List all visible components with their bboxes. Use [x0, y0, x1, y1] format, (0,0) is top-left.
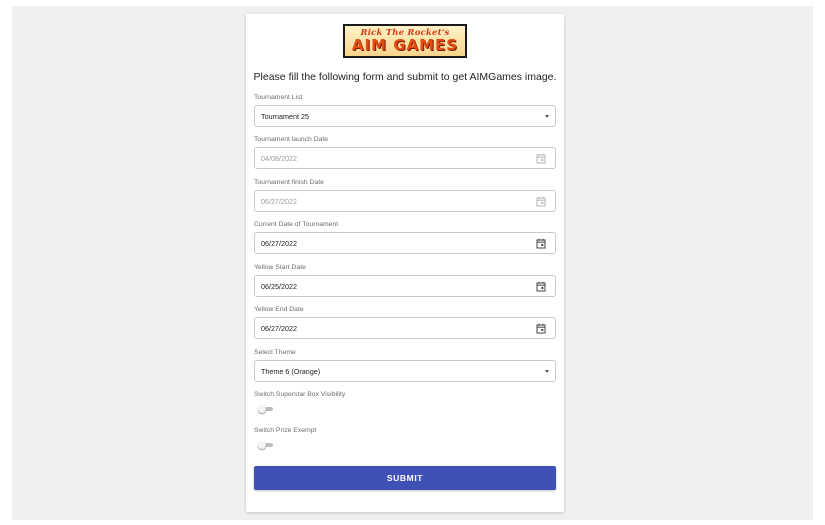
- form-card: Rick The Rocket's AIM GAMES Please fill …: [246, 14, 564, 512]
- yellow-start-date-value: 06/25/2022: [261, 282, 297, 291]
- prize-exempt-switch-label: Switch Prize Exempt: [254, 427, 317, 434]
- superstar-box-visibility-toggle[interactable]: [258, 405, 274, 413]
- yellow-end-date-field[interactable]: 06/27/2022: [254, 317, 556, 339]
- finish-date-value: 06/27/2022: [261, 197, 297, 206]
- dropdown-arrow-icon: [545, 115, 549, 118]
- calendar-icon[interactable]: [536, 281, 546, 292]
- current-date-value: 06/27/2022: [261, 239, 297, 248]
- calendar-icon[interactable]: [536, 323, 546, 334]
- current-date-field[interactable]: 06/27/2022: [254, 232, 556, 254]
- toggle-thumb: [258, 441, 266, 449]
- prize-exempt-toggle[interactable]: [258, 441, 274, 449]
- calendar-icon[interactable]: [536, 238, 546, 249]
- select-theme-select[interactable]: Theme 6 (Orange): [254, 360, 556, 382]
- logo-title: AIM GAMES: [351, 36, 459, 55]
- yellow-end-date-value: 06/27/2022: [261, 324, 297, 333]
- launch-date-label: Tournament launch Date: [254, 136, 329, 143]
- finish-date-label: Tournament finish Date: [254, 179, 324, 186]
- toggle-thumb: [258, 405, 266, 413]
- select-theme-label: Select Theme: [254, 349, 296, 356]
- submit-button[interactable]: SUBMIT: [254, 466, 556, 490]
- current-date-label: Current Date of Tournament: [254, 221, 339, 228]
- dropdown-arrow-icon: [545, 370, 549, 373]
- tournament-list-label: Tournament List: [254, 94, 303, 101]
- launch-date-field: 04/08/2022: [254, 147, 556, 169]
- finish-date-field: 06/27/2022: [254, 190, 556, 212]
- select-theme-value: Theme 6 (Orange): [261, 367, 321, 376]
- yellow-end-date-label: Yellow End Date: [254, 306, 304, 313]
- form-instructions: Please fill the following form and submi…: [253, 71, 557, 83]
- tournament-list-select[interactable]: Tournament 25: [254, 105, 556, 127]
- yellow-start-date-field[interactable]: 06/25/2022: [254, 275, 556, 297]
- yellow-start-date-label: Yellow Start Date: [254, 264, 306, 271]
- aim-games-logo: Rick The Rocket's AIM GAMES: [343, 24, 467, 58]
- superstar-switch-label: Switch Superstar Box Visibility: [254, 391, 346, 398]
- launch-date-value: 04/08/2022: [261, 154, 297, 163]
- calendar-icon: [536, 196, 546, 207]
- tournament-list-value: Tournament 25: [261, 112, 309, 121]
- calendar-icon: [536, 153, 546, 164]
